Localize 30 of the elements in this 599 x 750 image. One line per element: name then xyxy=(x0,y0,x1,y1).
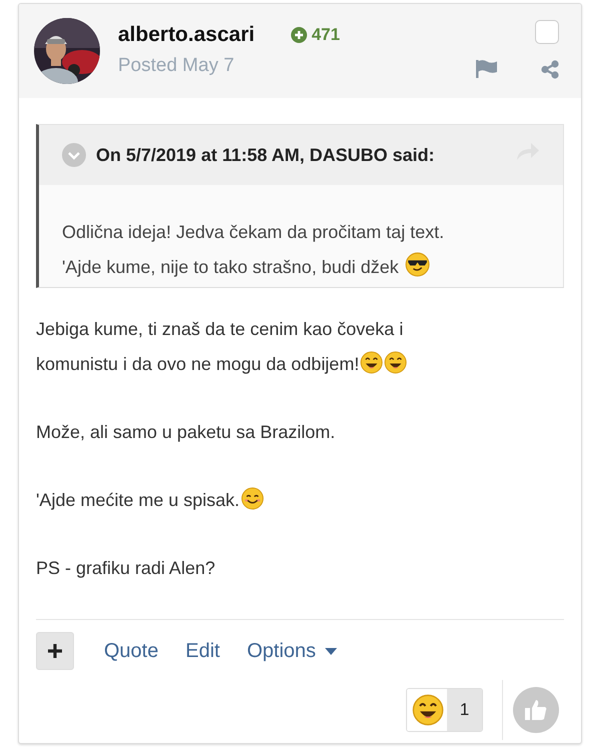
chevron-down-icon[interactable] xyxy=(62,143,86,167)
grinning-emoji-icon xyxy=(384,351,408,374)
smiling-emoji-icon xyxy=(240,487,264,510)
select-checkbox[interactable] xyxy=(535,20,559,44)
thumbs-up-icon xyxy=(524,698,548,722)
sunglasses-emoji-icon xyxy=(404,252,430,277)
action-link[interactable]: Quote xyxy=(104,640,158,662)
share-icon[interactable] xyxy=(541,60,559,79)
quote-text: Odlična ideja! Jedva čekam da pročitam taj text. xyxy=(62,222,444,242)
action-link[interactable]: Edit xyxy=(185,640,220,662)
reputation-count: 471 xyxy=(312,25,340,45)
post-text-line: 'Ajde mećite me u spisak. xyxy=(36,490,240,510)
post-text-line: komunistu i da ovo ne mogu da odbijem! xyxy=(36,354,360,374)
plus-circle-icon xyxy=(290,27,307,43)
grinning-emoji-icon xyxy=(360,351,384,374)
plus-icon xyxy=(47,643,63,659)
post-text-line: Može, ali samo u paketu sa Brazilom. xyxy=(36,422,336,442)
quote-citation: On 5/7/2019 at 11:58 AM, DASUBO said: xyxy=(96,144,434,166)
reaction-button[interactable]: 1 xyxy=(406,688,483,732)
add-button[interactable] xyxy=(36,632,74,670)
post-text-line: Jebiga kume, ti znaš da te cenim kao čoveka i xyxy=(36,319,404,339)
author-name[interactable]: alberto.ascari xyxy=(118,23,255,47)
laughing-emoji-icon xyxy=(412,694,444,726)
quote-text: 'Ajde kume, nije to tako strašno, budi džek xyxy=(62,257,399,277)
like-button[interactable] xyxy=(513,687,559,733)
post-text-line: PS - grafiku radi Alen? xyxy=(36,558,216,578)
action-link[interactable]: Options xyxy=(246,640,337,662)
post-date: Posted May 7 xyxy=(118,55,236,77)
flag-icon[interactable] xyxy=(476,60,497,78)
caret-down-icon xyxy=(324,648,337,654)
